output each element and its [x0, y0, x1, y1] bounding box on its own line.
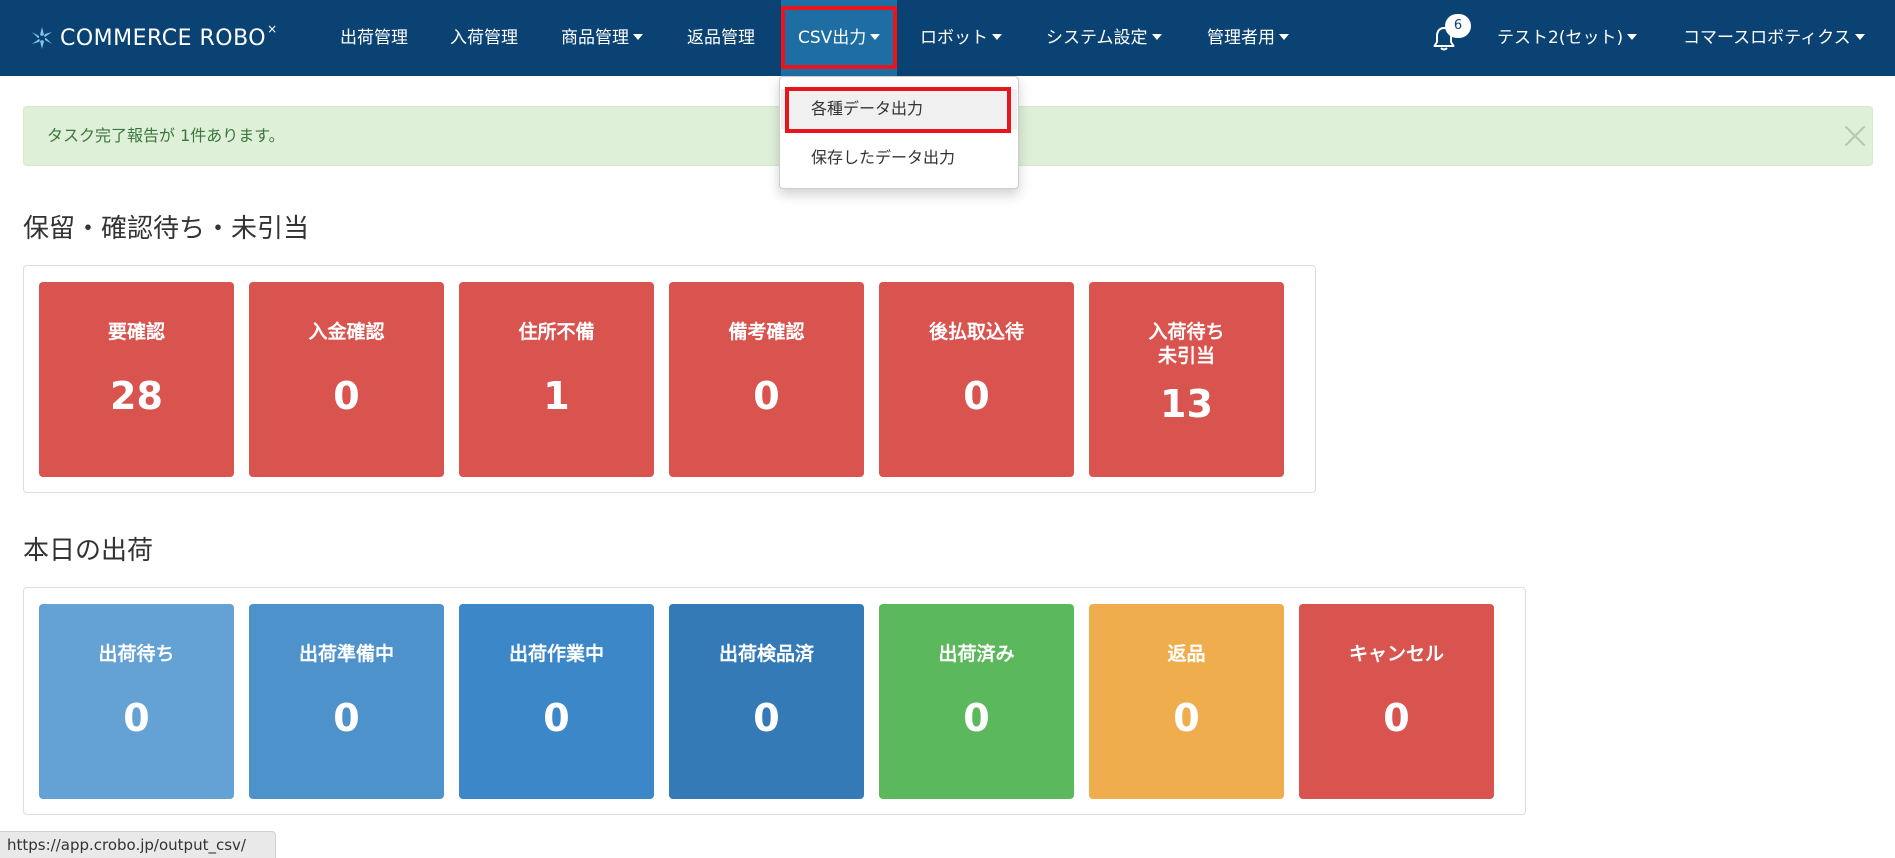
close-icon[interactable] — [1842, 123, 1868, 149]
nav-robot[interactable]: ロボット — [920, 0, 1002, 76]
tile-preparing-shipment[interactable]: 出荷準備中 0 — [249, 604, 444, 799]
tile-label: キャンセル — [1348, 643, 1444, 665]
caret-down-icon — [1854, 34, 1865, 40]
tile-label: 出荷作業中 — [508, 643, 604, 665]
tile-count: 0 — [1173, 696, 1200, 740]
tile-label: 備考確認 — [728, 321, 805, 343]
nav-product-management[interactable]: 商品管理 — [561, 0, 643, 76]
nav-label: CSV出力 — [798, 28, 867, 48]
tile-needs-confirmation[interactable]: 要確認 28 — [39, 282, 234, 477]
nav-shipping-management[interactable]: 出荷管理 — [340, 0, 408, 76]
csv-export-dropdown-menu: 各種データ出力 保存したデータ出力 — [779, 76, 1019, 189]
caret-down-icon — [1279, 34, 1289, 40]
nav-csv-export[interactable]: CSV出力 — [781, 0, 897, 76]
browser-status-url: https://app.crobo.jp/output_csv/ — [0, 831, 276, 858]
tile-count: 0 — [1383, 696, 1410, 740]
pending-section-title: 保留・確認待ち・未引当 — [23, 214, 310, 244]
brand-mark: × — [267, 22, 278, 36]
tile-shipment-inspected[interactable]: 出荷検品済 0 — [669, 604, 864, 799]
tile-cancelled[interactable]: キャンセル 0 — [1299, 604, 1494, 799]
tile-label: 要確認 — [107, 321, 165, 343]
nav-label: ロボット — [920, 28, 988, 48]
menu-item-saved-data-export[interactable]: 保存したデータ出力 — [781, 138, 1017, 178]
menu-item-various-data-export[interactable]: 各種データ出力 — [781, 89, 1017, 129]
nav-receiving-management[interactable]: 入荷管理 — [450, 0, 518, 76]
tile-count: 0 — [753, 696, 780, 740]
tile-notes-confirmation[interactable]: 備考確認 0 — [669, 282, 864, 477]
tile-label: 出荷待ち — [98, 643, 175, 665]
tile-count: 0 — [543, 696, 570, 740]
nav-label: 入荷管理 — [450, 28, 518, 48]
caret-down-icon — [1151, 34, 1162, 40]
tile-count: 0 — [333, 696, 360, 740]
tile-label: 出荷準備中 — [298, 643, 394, 665]
nav-label: 出荷管理 — [340, 28, 408, 48]
tile-label: 出荷済み — [938, 643, 1015, 665]
shipping-panel: 出荷待ち 0 出荷準備中 0 出荷作業中 0 出荷検品済 0 出荷済み 0 返品… — [23, 587, 1526, 815]
brand-name: COMMERCE ROBO — [60, 25, 267, 51]
top-navbar: COMMERCE ROBO × 出荷管理 入荷管理 商品管理 返品管理 CSV出… — [0, 0, 1895, 76]
caret-down-icon — [633, 34, 643, 40]
user-name: テスト2(セット) — [1497, 28, 1624, 48]
alert-message: タスク完了報告が 1件あります。 — [47, 126, 285, 145]
tile-count: 0 — [753, 374, 780, 418]
notification-count-badge: 6 — [1445, 14, 1471, 38]
tile-count: 0 — [123, 696, 150, 740]
nav-label: 返品管理 — [687, 28, 755, 48]
tile-count: 28 — [110, 374, 163, 418]
tile-count: 0 — [333, 374, 360, 418]
tile-shipment-in-progress[interactable]: 出荷作業中 0 — [459, 604, 654, 799]
tile-label: 後払取込待 — [928, 321, 1024, 343]
tile-label: 出荷検品済 — [718, 643, 814, 665]
nav-returns-management[interactable]: 返品管理 — [687, 0, 755, 76]
caret-down-icon — [1627, 34, 1638, 40]
nav-system-settings[interactable]: システム設定 — [1046, 0, 1162, 76]
nav-label: システム設定 — [1046, 28, 1148, 48]
caret-down-icon — [870, 34, 881, 40]
company-name: コマースロボティクス — [1683, 28, 1851, 48]
nav-user-menu[interactable]: テスト2(セット) — [1497, 0, 1638, 76]
tile-shipped[interactable]: 出荷済み 0 — [879, 604, 1074, 799]
nav-company-menu[interactable]: コマースロボティクス — [1683, 0, 1865, 76]
tile-count: 1 — [543, 374, 570, 418]
tile-label: 返品 — [1167, 643, 1206, 665]
tile-label: 住所不備 — [518, 321, 595, 343]
tile-address-incomplete[interactable]: 住所不備 1 — [459, 282, 654, 477]
tile-count: 0 — [963, 374, 990, 418]
nav-label: 商品管理 — [561, 28, 629, 48]
caret-down-icon — [992, 34, 1002, 40]
logo-burst-icon — [32, 27, 52, 49]
nav-admin[interactable]: 管理者用 — [1207, 0, 1289, 76]
tile-label: 入荷待ち 未引当 — [1148, 321, 1225, 367]
tile-awaiting-shipment[interactable]: 出荷待ち 0 — [39, 604, 234, 799]
tile-returns[interactable]: 返品 0 — [1089, 604, 1284, 799]
brand-logo[interactable]: COMMERCE ROBO × — [28, 20, 277, 56]
nav-label: 管理者用 — [1207, 28, 1275, 48]
tile-count: 0 — [963, 696, 990, 740]
pending-panel: 要確認 28 入金確認 0 住所不備 1 備考確認 0 後払取込待 0 入荷待ち… — [23, 265, 1316, 493]
tile-label: 入金確認 — [308, 321, 385, 343]
tile-count: 13 — [1160, 382, 1213, 426]
tile-awaiting-stock-unallocated[interactable]: 入荷待ち 未引当 13 — [1089, 282, 1284, 477]
tile-deferred-payment-import[interactable]: 後払取込待 0 — [879, 282, 1074, 477]
tile-payment-confirmation[interactable]: 入金確認 0 — [249, 282, 444, 477]
shipping-section-title: 本日の出荷 — [23, 536, 154, 566]
